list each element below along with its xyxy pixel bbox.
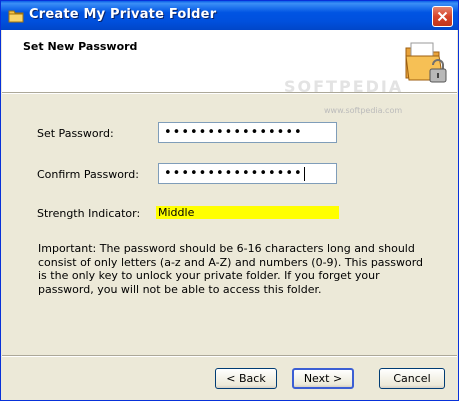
cancel-button[interactable]: Cancel [379,368,445,389]
page-title: Set New Password [23,40,138,53]
set-password-value: •••••••••••••••• [164,125,303,140]
strength-value: Middle [158,206,195,219]
close-button[interactable] [432,6,453,27]
watermark-url: www.softpedia.com [324,106,403,115]
important-note: Important: The password should be 6-16 c… [38,242,424,296]
folder-lock-icon [403,40,449,86]
folder-icon [8,8,24,23]
header-divider [2,92,457,94]
confirm-password-label: Confirm Password: [37,168,139,181]
strength-indicator: Middle [156,206,339,219]
next-button[interactable]: Next > [292,368,354,389]
text-caret [303,166,305,181]
set-password-field[interactable]: •••••••••••••••• [158,122,337,143]
title-bar[interactable]: Create My Private Folder [1,1,458,30]
wizard-header: Set New Password SOFTPEDIA www.softpedia… [2,30,457,115]
confirm-password-field[interactable]: •••••••••••••••• [158,163,337,184]
confirm-password-value: •••••••••••••••• [164,166,303,181]
close-icon [437,7,448,26]
footer-divider [2,355,457,357]
back-button[interactable]: < Back [215,368,277,389]
window-title: Create My Private Folder [29,7,217,22]
strength-label: Strength Indicator: [37,207,141,220]
set-password-label: Set Password: [37,127,114,140]
dialog-window: Create My Private Folder Set New Passwor… [0,0,459,401]
